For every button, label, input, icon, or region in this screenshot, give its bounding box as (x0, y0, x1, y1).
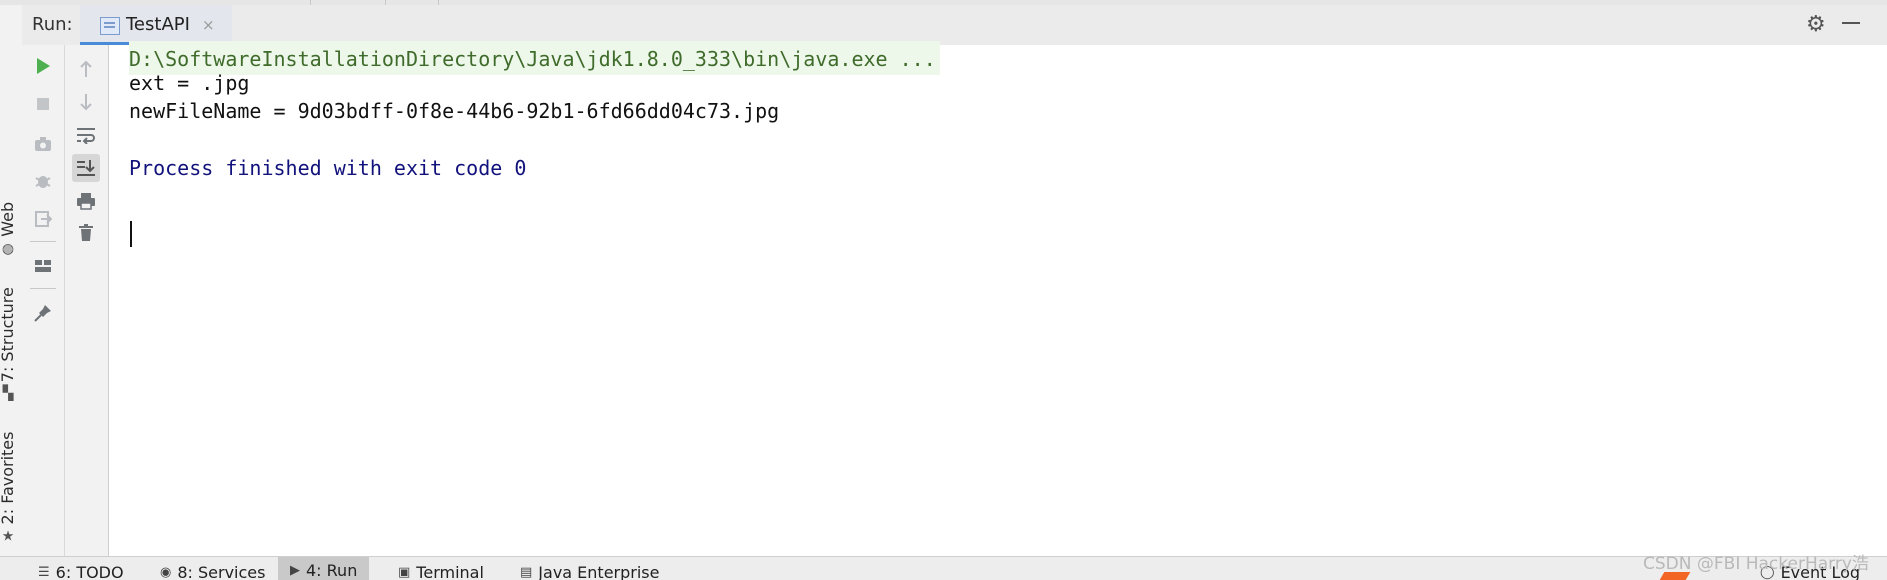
debug-button[interactable] (29, 167, 57, 195)
scroll-to-end-icon (76, 159, 96, 177)
bottom-tab-java-enterprise[interactable]: ▤ Java Enterprise (520, 561, 659, 580)
stop-button[interactable] (29, 90, 57, 118)
stop-icon (36, 97, 50, 111)
left-tool-strip: ◍ Web ▚ 7: Structure ★ 2: Favorites (0, 5, 23, 556)
clear-all-button[interactable] (72, 219, 100, 247)
tab-testapi[interactable]: TestAPI × (80, 5, 232, 45)
bottom-tool-bar: ☰ 6: TODO ◉ 8: Services ▶ 4: Run ▣ Termi… (0, 556, 1887, 580)
text-caret (130, 221, 132, 247)
pin-tab-button[interactable] (29, 299, 57, 327)
print-icon (76, 192, 96, 210)
process-finished-message: Process finished with exit code 0 (129, 156, 526, 180)
trash-icon (78, 224, 94, 242)
terminal-icon: ▣ (398, 565, 410, 580)
services-icon: ◉ (160, 565, 171, 580)
pin-icon (34, 304, 52, 322)
restore-layout-button[interactable] (29, 252, 57, 280)
structure-icon: ▚ (2, 386, 13, 402)
bottom-tab-services[interactable]: ◉ 8: Services (160, 561, 265, 580)
csdn-watermark: CSDN @FBI HackerHarry浩 (1643, 549, 1869, 574)
exit-icon (34, 210, 52, 228)
globe-icon: ◍ (1, 241, 13, 257)
side-tab-web-label: Web (0, 202, 17, 237)
run-icon: ▶ (290, 563, 300, 578)
print-button[interactable] (72, 187, 100, 215)
console-command-line[interactable]: D:\SoftwareInstallationDirectory\Java\jd… (129, 41, 940, 75)
close-icon[interactable]: × (202, 16, 215, 34)
console-line: ext = .jpg (129, 71, 249, 95)
side-tab-favorites[interactable]: ★ 2: Favorites (0, 432, 17, 544)
arrow-down-icon (78, 93, 94, 111)
console-output[interactable]: D:\SoftwareInstallationDirectory\Java\jd… (109, 45, 1887, 556)
soft-wrap-button[interactable] (72, 121, 100, 149)
dump-threads-button[interactable] (29, 130, 57, 158)
next-occurrence-button[interactable] (72, 88, 100, 116)
side-tab-favorites-label: 2: Favorites (0, 432, 17, 525)
bottom-tab-run[interactable]: ▶ 4: Run (278, 557, 369, 580)
console-line: newFileName = 9d03bdff-0f8e-44b6-92b1-6f… (129, 99, 779, 123)
run-config-icon (100, 17, 120, 35)
toolbar-separator (30, 288, 56, 289)
arrow-up-icon (78, 60, 94, 78)
list-icon: ☰ (38, 565, 50, 580)
run-label: Run: (32, 14, 73, 35)
exit-button[interactable] (29, 205, 57, 233)
scroll-to-end-button[interactable] (72, 154, 100, 182)
bottom-tab-terminal[interactable]: ▣ Terminal (398, 561, 484, 580)
bottom-tab-label: 8: Services (177, 563, 265, 580)
layout-icon (34, 259, 52, 273)
star-icon: ★ (1, 529, 14, 545)
gear-icon[interactable]: ⚙ (1806, 12, 1826, 37)
tab-title: TestAPI (126, 14, 190, 35)
play-icon (35, 57, 51, 75)
previous-occurrence-button[interactable] (72, 55, 100, 83)
java-enterprise-icon: ▤ (520, 565, 532, 580)
run-toolbar-primary (22, 45, 65, 556)
run-tool-window-header (22, 5, 1887, 46)
minimize-icon[interactable] (1842, 22, 1860, 24)
run-toolbar-secondary (65, 45, 109, 556)
bottom-tab-label: Terminal (416, 563, 484, 580)
bug-icon (34, 172, 52, 190)
rerun-button[interactable] (29, 52, 57, 80)
bottom-tab-label: 6: TODO (56, 563, 124, 580)
bottom-tab-label: Java Enterprise (538, 563, 659, 580)
toolbar-separator (30, 241, 56, 242)
side-tab-web[interactable]: ◍ Web (0, 202, 17, 255)
camera-icon (34, 136, 52, 152)
wrap-icon (76, 126, 96, 144)
bottom-tab-label: 4: Run (306, 561, 357, 580)
side-tab-structure-label: 7: Structure (0, 287, 17, 382)
bottom-tab-todo[interactable]: ☰ 6: TODO (38, 561, 124, 580)
side-tab-structure[interactable]: ▚ 7: Structure (0, 287, 17, 399)
